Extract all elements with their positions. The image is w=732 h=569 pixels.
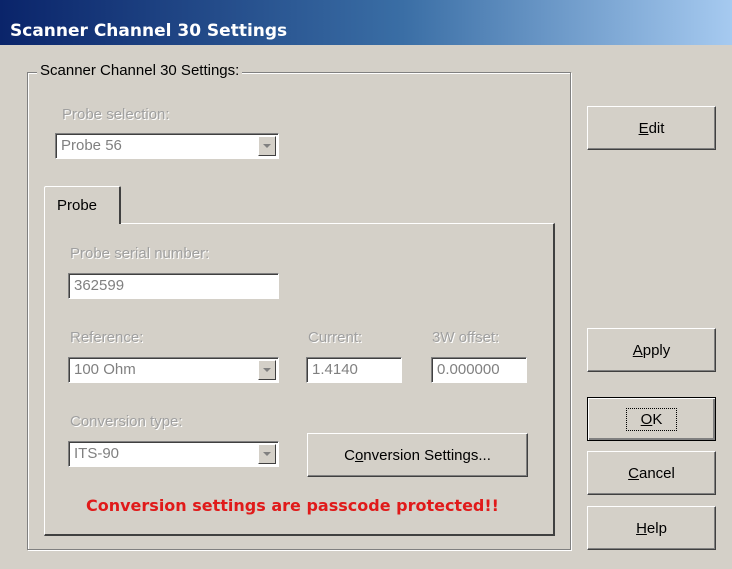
chevron-down-icon[interactable] — [258, 360, 276, 380]
cancel-label: Cancel — [628, 464, 675, 482]
probe-serial-value: 362599 — [74, 277, 125, 294]
ok-button[interactable]: OK — [587, 397, 716, 441]
conversion-type-combo[interactable]: ITS-90 — [68, 441, 279, 467]
edit-button[interactable]: Edit — [587, 106, 716, 150]
settings-dialog: Scanner Channel 30 Settings Scanner Chan… — [0, 0, 732, 569]
tab-probe-label: Probe — [57, 197, 98, 214]
reference-combo[interactable]: 100 Ohm — [68, 357, 279, 383]
conversion-type-value: ITS-90 — [74, 445, 120, 462]
chevron-down-icon[interactable] — [258, 136, 276, 156]
reference-label: Reference: — [70, 329, 144, 346]
current-label: Current: — [308, 329, 363, 346]
window-title: Scanner Channel 30 Settings — [10, 21, 288, 41]
help-label: Help — [636, 519, 667, 537]
probe-serial-label: Probe serial number: — [70, 245, 210, 262]
help-button[interactable]: Help — [587, 506, 716, 550]
cancel-button[interactable]: Cancel — [587, 451, 716, 495]
offset-field[interactable]: 0.000000 — [431, 357, 527, 383]
offset-label: 3W offset: — [432, 329, 500, 346]
current-value: 1.4140 — [312, 361, 358, 378]
apply-label: Apply — [632, 341, 671, 359]
probe-selection-value: Probe 56 — [61, 137, 122, 154]
group-caption: Scanner Channel 30 Settings: — [37, 62, 243, 79]
reference-value: 100 Ohm — [74, 361, 136, 378]
passcode-warning: Conversion settings are passcode protect… — [86, 496, 499, 515]
offset-value: 0.000000 — [437, 361, 500, 378]
apply-button[interactable]: Apply — [587, 328, 716, 372]
probe-selection-combo[interactable]: Probe 56 — [55, 133, 279, 159]
probe-serial-field[interactable]: 362599 — [68, 273, 279, 299]
title-bar[interactable]: Scanner Channel 30 Settings — [0, 0, 732, 47]
current-field[interactable]: 1.4140 — [306, 357, 402, 383]
probe-selection-label: Probe selection: — [62, 106, 170, 123]
edit-label: Edit — [638, 119, 665, 137]
conversion-settings-label: Conversion Settings... — [344, 446, 491, 464]
ok-label: OK — [625, 407, 678, 431]
conversion-settings-button[interactable]: Conversion Settings... — [307, 433, 528, 477]
conversion-type-label: Conversion type: — [70, 413, 183, 430]
chevron-down-icon[interactable] — [258, 444, 276, 464]
tab-probe[interactable]: Probe — [44, 186, 121, 224]
